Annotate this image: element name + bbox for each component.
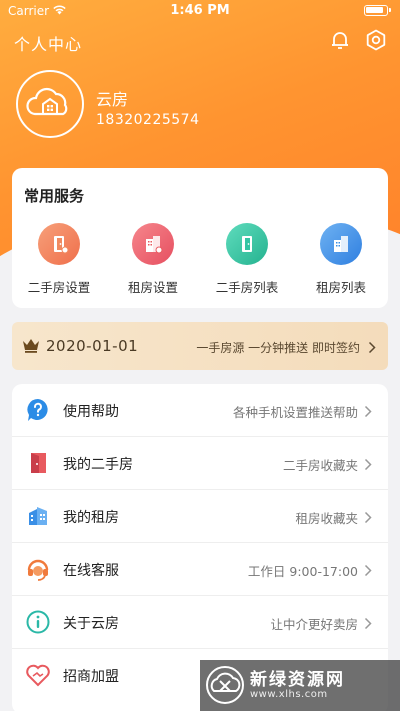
crown-icon <box>22 337 40 357</box>
chevron-right-icon <box>364 403 372 422</box>
door-icon <box>25 450 51 476</box>
menu-label: 使用帮助 <box>63 404 119 420</box>
service-rental-list[interactable]: 租房列表 <box>294 223 388 296</box>
menu-label: 招商加盟 <box>63 669 119 685</box>
help-icon <box>25 397 51 423</box>
settings-gear-icon[interactable] <box>364 28 388 52</box>
service-label: 租房设置 <box>127 280 178 295</box>
building-settings-icon <box>132 223 174 265</box>
menu-label: 我的二手房 <box>63 457 133 473</box>
menu-label: 我的租房 <box>63 510 119 526</box>
menu-desc: 租房收藏夹 <box>295 511 358 526</box>
page-title: 个人中心 <box>14 35 83 54</box>
status-bar: Carrier 1:46 PM <box>0 0 400 22</box>
service-secondhand-settings[interactable]: 二手房设置 <box>12 223 106 296</box>
user-phone: 18320225574 <box>96 112 200 128</box>
menu-item-my-secondhand[interactable]: 我的二手房 二手房收藏夹 <box>12 437 388 490</box>
watermark-url: www.xlhs.com <box>250 689 328 700</box>
vip-promo-text: 一手房源 一分钟推送 即时签约 <box>196 341 360 355</box>
notification-bell-icon[interactable] <box>328 28 352 52</box>
building-icon <box>25 503 51 529</box>
chevron-right-icon <box>364 562 372 581</box>
service-label: 二手房设置 <box>27 280 91 295</box>
menu-label: 在线客服 <box>63 563 119 579</box>
building-list-icon <box>320 223 362 265</box>
watermark-logo-icon <box>204 664 246 710</box>
service-rental-settings[interactable]: 租房设置 <box>106 223 200 296</box>
info-icon <box>25 609 51 635</box>
chevron-right-icon <box>368 339 376 358</box>
chevron-right-icon <box>364 456 372 475</box>
menu-desc: 二手房收藏夹 <box>282 458 358 473</box>
service-label: 二手房列表 <box>215 280 279 295</box>
menu-item-online-support[interactable]: 在线客服 工作日 9:00-17:00 <box>12 543 388 596</box>
support-headset-icon <box>25 556 51 582</box>
menu-label: 关于云房 <box>63 616 119 632</box>
clock: 1:46 PM <box>170 3 230 18</box>
vip-banner[interactable]: 2020-01-01 一手房源 一分钟推送 即时签约 <box>12 322 388 370</box>
door-settings-icon <box>38 223 80 265</box>
battery-icon <box>364 5 391 16</box>
service-label: 租房列表 <box>315 280 366 295</box>
user-name: 云房 <box>96 90 129 109</box>
chevron-right-icon <box>364 509 372 528</box>
avatar[interactable] <box>16 70 84 138</box>
cloud-house-icon <box>26 87 68 116</box>
watermark-title: 新绿资源网 <box>250 670 345 690</box>
menu-item-about[interactable]: 关于云房 让中介更好卖房 <box>12 596 388 649</box>
chevron-right-icon <box>364 615 372 634</box>
door-list-icon <box>226 223 268 265</box>
handshake-heart-icon <box>25 662 51 688</box>
watermark-overlay: 新绿资源网 www.xlhs.com <box>200 660 400 711</box>
menu-item-my-rental[interactable]: 我的租房 租房收藏夹 <box>12 490 388 543</box>
menu-desc: 让中介更好卖房 <box>270 617 358 632</box>
menu-item-help[interactable]: 使用帮助 各种手机设置推送帮助 <box>12 384 388 437</box>
services-title: 常用服务 <box>24 187 85 205</box>
menu-desc: 工作日 9:00-17:00 <box>247 564 358 579</box>
vip-expiry-date: 2020-01-01 <box>46 337 139 355</box>
service-secondhand-list[interactable]: 二手房列表 <box>200 223 294 296</box>
menu-desc: 各种手机设置推送帮助 <box>232 405 358 420</box>
common-services-card: 常用服务 二手房设置 租房设置 二手房列表 租房列表 <box>12 168 388 308</box>
